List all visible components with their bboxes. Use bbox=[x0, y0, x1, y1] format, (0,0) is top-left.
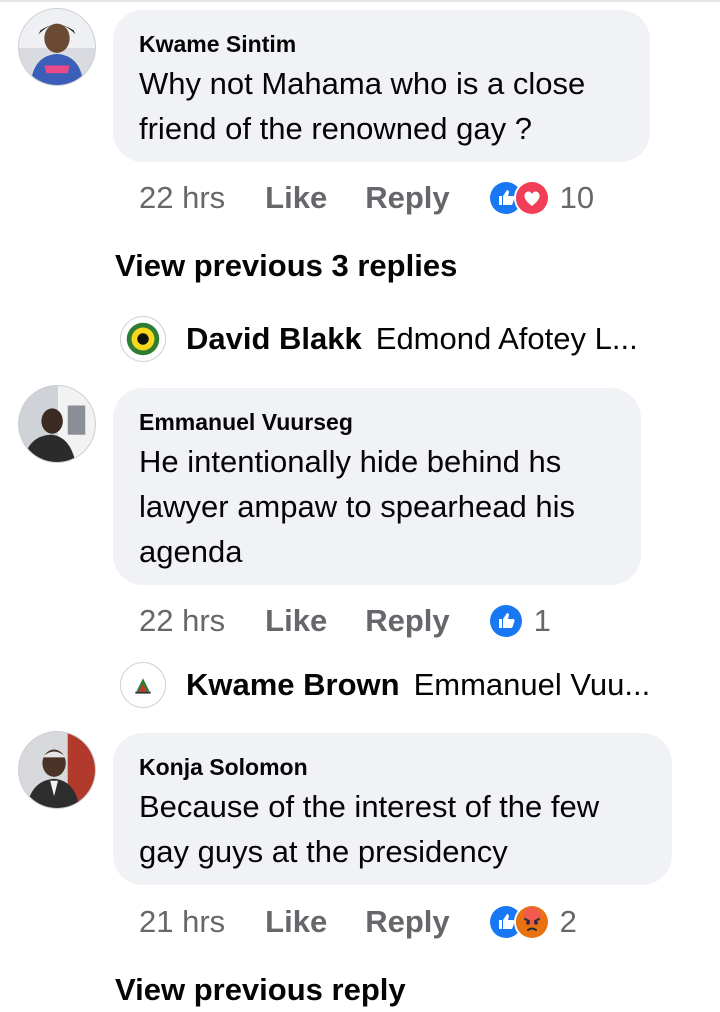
reply-snippet: Edmond Afotey L... bbox=[375, 321, 638, 356]
avatar[interactable] bbox=[18, 731, 96, 809]
comment-actions: 22 hrs Like Reply 10 bbox=[139, 178, 594, 218]
reply-author[interactable]: David Blakk bbox=[186, 321, 362, 357]
comment-timestamp[interactable]: 22 hrs bbox=[139, 603, 225, 639]
comment-actions: 22 hrs Like Reply 1 bbox=[139, 601, 551, 641]
comment-text-line: Because of the interest of the few bbox=[139, 789, 600, 824]
reply-button[interactable]: Reply bbox=[365, 904, 449, 940]
reply-preview[interactable]: David Blakk Edmond Afotey L... bbox=[120, 315, 680, 363]
profile-photo-icon bbox=[19, 386, 95, 462]
like-icon bbox=[487, 603, 524, 639]
comment-actions: 21 hrs Like Reply 2 bbox=[139, 902, 577, 942]
view-previous-reply-link[interactable]: View previous reply bbox=[115, 972, 406, 1008]
profile-photo-icon bbox=[19, 9, 95, 85]
view-previous-replies-link[interactable]: View previous 3 replies bbox=[115, 248, 457, 284]
party-logo-icon bbox=[121, 663, 165, 707]
angry-icon bbox=[513, 904, 550, 940]
comment-author[interactable]: Konja Solomon bbox=[139, 753, 644, 781]
reaction-summary[interactable]: 2 bbox=[487, 904, 577, 940]
reaction-summary[interactable]: 10 bbox=[487, 180, 595, 216]
comment-timestamp[interactable]: 22 hrs bbox=[139, 180, 225, 216]
profile-photo-icon bbox=[19, 732, 95, 808]
comment-author[interactable]: Kwame Sintim bbox=[139, 30, 622, 58]
comment-text: He intentionally hide behind hs lawyer a… bbox=[139, 439, 613, 574]
reaction-count: 2 bbox=[559, 904, 577, 939]
like-button[interactable]: Like bbox=[265, 180, 327, 216]
avatar[interactable] bbox=[18, 8, 96, 86]
comment-text-line: gay guys at the presidency bbox=[139, 834, 508, 869]
comment-text: Because of the interest of the few gay g… bbox=[139, 784, 644, 874]
comment-text: Why not Mahama who is a close friend of … bbox=[139, 61, 622, 151]
comment-timestamp[interactable]: 21 hrs bbox=[139, 904, 225, 940]
comment-bubble: Emmanuel Vuurseg He intentionally hide b… bbox=[113, 388, 641, 585]
reply-author[interactable]: Kwame Brown bbox=[186, 667, 400, 703]
reply-button[interactable]: Reply bbox=[365, 180, 449, 216]
reaction-count: 1 bbox=[533, 603, 551, 638]
club-logo-icon bbox=[121, 317, 165, 361]
comment-text-line: Why not Mahama who is a close bbox=[139, 66, 586, 101]
like-button[interactable]: Like bbox=[265, 904, 327, 940]
comment-text-line: agenda bbox=[139, 534, 243, 569]
comment-text-line: He intentionally hide behind hs bbox=[139, 444, 562, 479]
like-button[interactable]: Like bbox=[265, 603, 327, 639]
reply-snippet: Emmanuel Vuu... bbox=[413, 667, 651, 702]
avatar[interactable] bbox=[18, 385, 96, 463]
reply-button[interactable]: Reply bbox=[365, 603, 449, 639]
avatar bbox=[120, 662, 166, 708]
reply-preview[interactable]: Kwame Brown Emmanuel Vuu... bbox=[120, 661, 680, 709]
avatar bbox=[120, 316, 166, 362]
reaction-summary[interactable]: 1 bbox=[487, 603, 551, 639]
top-divider bbox=[0, 0, 720, 2]
love-icon bbox=[513, 180, 550, 216]
comment-author[interactable]: Emmanuel Vuurseg bbox=[139, 408, 613, 436]
comment-bubble: Kwame Sintim Why not Mahama who is a clo… bbox=[113, 10, 650, 162]
comment-bubble: Konja Solomon Because of the interest of… bbox=[113, 733, 672, 885]
reaction-count: 10 bbox=[559, 180, 595, 215]
comment-text-line: friend of the renowned gay ? bbox=[139, 111, 532, 146]
comment-text-line: lawyer ampaw to spearhead his bbox=[139, 489, 575, 524]
